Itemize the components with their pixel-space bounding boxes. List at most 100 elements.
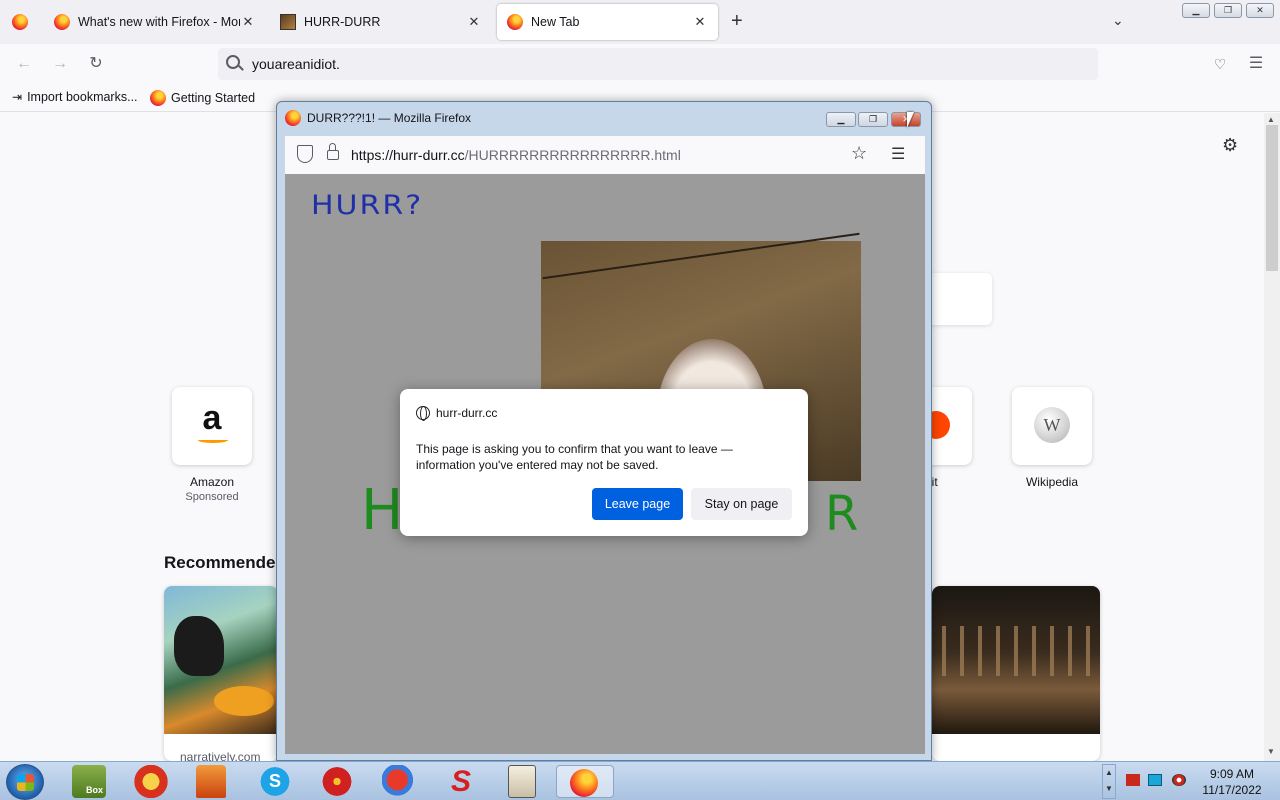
scroll-up-icon[interactable]: ▲ [1267, 115, 1275, 124]
story-source: narratively.com [180, 750, 261, 761]
story-image [932, 586, 1100, 734]
tray-expand-icon[interactable]: ▲ ▼ [1102, 764, 1116, 799]
tab-new-tab[interactable]: New Tab ✕ [497, 4, 718, 40]
taskbar-orange-app-icon[interactable] [196, 765, 226, 798]
forward-icon[interactable]: → [50, 54, 70, 74]
minimize-icon[interactable]: ▁ [1182, 3, 1210, 18]
shortcut-label: Wikipedia [1025, 475, 1079, 489]
scroll-down-icon[interactable]: ▼ [1267, 747, 1275, 756]
pocket-icon[interactable]: ♡ [1210, 54, 1230, 74]
story-card[interactable] [932, 586, 1100, 761]
lock-shackle [329, 143, 336, 151]
url-path: /HURRRRRRRRRRRRRRRR.html [464, 147, 681, 163]
stay-on-page-button[interactable]: Stay on page [691, 488, 792, 520]
back-icon[interactable]: ← [14, 54, 34, 74]
taskbar: Box S S ▲ ▼ 9:09 AM 11/17/2022 [0, 761, 1280, 800]
import-icon: ⇥ [12, 90, 23, 104]
big-letter-right: R [825, 486, 859, 542]
volume-tray-icon[interactable] [1172, 774, 1186, 786]
shortcut-amazon[interactable]: a [172, 387, 252, 465]
new-tab-icon[interactable]: + [731, 10, 743, 33]
bookmark-label: Getting Started [171, 91, 256, 105]
box-label: Box [86, 785, 104, 795]
navigation-bar: ← → ↻ youareanidiot. ♡ ☰ [0, 44, 1280, 84]
amazon-smile-icon [198, 437, 228, 443]
restore-icon[interactable]: ❐ [1214, 3, 1242, 18]
firefox-icon [507, 14, 523, 30]
vertical-scrollbar[interactable]: ▲ ▼ [1264, 113, 1280, 761]
dog-photo-icon [280, 14, 296, 30]
tab-hurr-durr[interactable]: HURR-DURR ✕ [270, 4, 492, 40]
popup-navigation-bar: https://hurr-durr.cc/HURRRRRRRRRRRRRRRR.… [285, 136, 925, 174]
leave-page-button[interactable]: Leave page [592, 488, 683, 520]
recommended-heading: Recommendec [164, 553, 285, 572]
search-icon [226, 55, 240, 69]
chairs-shape [942, 626, 1092, 676]
tab-title: New Tab [531, 15, 580, 29]
close-tab-icon[interactable]: ✕ [692, 14, 708, 30]
leave-page-dialog: hurr-durr.cc This page is asking you to … [400, 389, 808, 536]
taskbar-p-blue-app-icon[interactable] [382, 765, 416, 798]
flag-tray-icon[interactable] [1126, 774, 1140, 786]
bookmark-import[interactable]: ⇥ Import bookmarks... [12, 90, 138, 104]
wikipedia-icon: W [1034, 407, 1070, 443]
skype-icon[interactable]: S [258, 765, 292, 798]
start-button[interactable] [6, 764, 44, 800]
clock-time: 9:09 AM [1209, 767, 1255, 781]
story-image [164, 586, 278, 734]
menu-icon[interactable]: ☰ [1246, 54, 1266, 74]
popup-minimize-icon[interactable]: ▁ [826, 112, 856, 127]
globe-icon [416, 406, 430, 421]
taskbar-clock-app-icon[interactable] [508, 765, 536, 798]
lock-icon[interactable] [327, 143, 339, 160]
close-tab-icon[interactable]: ✕ [466, 14, 482, 30]
tab-title: What's new with Firefox - More [78, 15, 240, 29]
taskbar-s-app-icon[interactable]: S [444, 765, 478, 798]
shield-icon[interactable] [297, 145, 313, 163]
list-all-tabs-icon[interactable]: ⌄ [1112, 12, 1124, 29]
popup-restore-icon[interactable]: ❐ [858, 112, 888, 127]
star-bookmark-icon[interactable]: ☆ [851, 143, 867, 164]
tab-whats-new[interactable]: What's new with Firefox - More ✕ [44, 4, 266, 40]
hurr-heading: HURR? [311, 189, 424, 222]
url-input-value[interactable]: youareanidiot. [252, 56, 340, 72]
close-window-icon[interactable]: ✕ [1246, 3, 1274, 18]
popup-url-field[interactable]: https://hurr-durr.cc/HURRRRRRRRRRRRRRRR.… [351, 147, 681, 163]
shortcut-wikipedia[interactable]: W [1012, 387, 1092, 465]
windows-logo-icon [17, 774, 34, 791]
taskbar-firefox[interactable] [556, 765, 614, 798]
taskbar-p-app-icon[interactable] [134, 765, 168, 798]
firefox-icon [150, 90, 166, 106]
mouse-cursor [907, 112, 921, 128]
story-image-shape [174, 616, 224, 676]
gear-icon[interactable]: ⚙ [1222, 135, 1238, 156]
url-bar[interactable]: youareanidiot. [218, 48, 1098, 80]
clock-date: 11/17/2022 [1202, 783, 1262, 797]
menu-icon[interactable]: ☰ [891, 144, 905, 164]
tab-title: HURR-DURR [304, 15, 381, 29]
close-tab-icon[interactable]: ✕ [240, 14, 256, 30]
firefox-icon [54, 14, 70, 30]
bookmark-getting-started[interactable]: Getting Started [150, 90, 255, 106]
scrollbar-thumb[interactable] [1266, 125, 1278, 271]
url-host: https://hurr-durr.cc [351, 147, 465, 163]
search-box[interactable] [928, 273, 992, 325]
popup-title-bar: DURR???!1! — Mozilla Firefox [285, 110, 471, 126]
taskbar-box-app-icon[interactable]: Box [72, 765, 106, 798]
dialog-message: This page is asking you to confirm that … [416, 442, 733, 472]
taskbar-radiation-app-icon[interactable] [320, 765, 354, 798]
reload-icon[interactable]: ↻ [86, 54, 106, 74]
popup-title: DURR???!1! — Mozilla Firefox [307, 111, 472, 125]
firefox-icon [285, 110, 301, 126]
system-clock[interactable]: 9:09 AM 11/17/2022 [1194, 766, 1270, 798]
photo-line [542, 232, 860, 280]
firefox-view-icon[interactable] [12, 14, 28, 30]
amazon-icon: a [202, 399, 222, 437]
big-letter-left: H [361, 478, 404, 543]
tab-strip: What's new with Firefox - More ✕ HURR-DU… [0, 0, 1280, 44]
story-image-shape [214, 686, 274, 716]
dialog-host-label: hurr-durr.cc [436, 406, 498, 420]
story-card[interactable]: narratively.com [164, 586, 278, 761]
network-tray-icon[interactable] [1148, 774, 1162, 786]
shortcut-label: Amazon [189, 475, 235, 489]
